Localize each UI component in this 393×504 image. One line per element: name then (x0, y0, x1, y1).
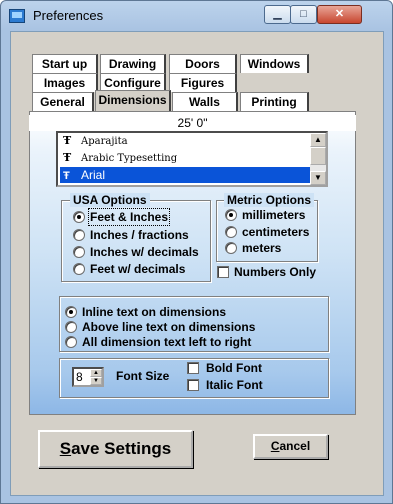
radio-feet-decimals[interactable] (73, 263, 85, 275)
tab-start-up[interactable]: Start up (32, 54, 98, 73)
font-size-label: Font Size (116, 369, 170, 383)
scroll-thumb[interactable] (310, 147, 326, 165)
font-list-item-selected[interactable]: Ŧ Arial (60, 167, 310, 183)
checkbox-bold-font[interactable] (187, 362, 199, 374)
scroll-down-icon[interactable]: ▼ (310, 171, 326, 185)
close-button[interactable]: ✕ (317, 5, 362, 24)
tab-walls[interactable]: Walls (172, 92, 238, 111)
radio-millimeters[interactable] (225, 209, 237, 221)
font-item-label: Aparajita (81, 136, 128, 147)
truetype-icon: Ŧ (63, 134, 72, 147)
truetype-icon: Ŧ (63, 170, 70, 182)
save-settings-button[interactable]: Save Settings (38, 430, 193, 468)
option-centimeters-label[interactable]: centimeters (242, 225, 309, 239)
window-title: Preferences (33, 8, 104, 23)
save-label: ave Settings (71, 439, 172, 458)
font-item-label: Arial (81, 168, 106, 182)
radio-above-line-text[interactable] (65, 321, 77, 333)
dimension-value-display: 25' 0" (29, 115, 356, 131)
option-feet-decimals-label[interactable]: Feet w/ decimals (90, 262, 185, 276)
checkbox-italic-font[interactable] (187, 379, 199, 391)
tab-general[interactable]: General (32, 92, 94, 111)
font-list-scrollbar[interactable]: ▲ ▼ (310, 133, 326, 185)
radio-inches-decimals[interactable] (73, 246, 85, 258)
usa-options-legend: USA Options (70, 193, 150, 207)
checkbox-numbers-only[interactable] (217, 266, 229, 278)
option-above-line-text-label[interactable]: Above line text on dimensions (82, 320, 255, 334)
italic-font-label[interactable]: Italic Font (206, 378, 263, 392)
tab-printing[interactable]: Printing (240, 92, 309, 111)
font-item-label: Arabic Typesetting (81, 153, 178, 164)
radio-inches-fractions[interactable] (73, 229, 85, 241)
spin-up-icon[interactable]: ▲ (90, 369, 102, 377)
tab-doors[interactable]: Doors (169, 54, 237, 73)
preferences-window: Preferences ▁ □ ✕ Start up Drawing Doors… (0, 0, 393, 504)
tab-images[interactable]: Images (32, 73, 98, 92)
spin-down-icon[interactable]: ▼ (90, 377, 102, 385)
font-listbox[interactable]: Ŧ Aparajita Ŧ Arabic Typesetting Ŧ Arial ▲ … (56, 131, 328, 187)
font-list-item[interactable]: Ŧ Arabic Typesetting (60, 150, 310, 166)
tab-figures[interactable]: Figures (169, 73, 237, 92)
option-meters-label[interactable]: meters (242, 241, 281, 255)
minimize-button[interactable]: ▁ (264, 5, 291, 24)
tab-drawing[interactable]: Drawing (100, 54, 166, 73)
option-feet-inches-label[interactable]: Feet & Inches (87, 208, 171, 226)
title-bar[interactable]: Preferences ▁ □ ✕ (1, 1, 392, 31)
maximize-button[interactable]: □ (290, 5, 317, 24)
option-left-to-right-label[interactable]: All dimension text left to right (82, 335, 251, 349)
metric-options-legend: Metric Options (224, 193, 315, 207)
truetype-icon: Ŧ (63, 151, 72, 164)
numbers-only-label[interactable]: Numbers Only (234, 265, 316, 279)
tab-dimensions[interactable]: Dimensions (95, 90, 171, 111)
tab-windows[interactable]: Windows (240, 54, 309, 73)
option-inches-decimals-label[interactable]: Inches w/ decimals (90, 245, 199, 259)
scroll-up-icon[interactable]: ▲ (310, 133, 326, 147)
bold-font-label[interactable]: Bold Font (206, 361, 262, 375)
font-size-value: 8 (76, 370, 83, 384)
option-inline-text-label[interactable]: Inline text on dimensions (82, 305, 226, 319)
option-millimeters-label[interactable]: millimeters (242, 208, 305, 222)
radio-left-to-right[interactable] (65, 336, 77, 348)
radio-centimeters[interactable] (225, 226, 237, 238)
font-size-spinner[interactable]: 8 ▲ ▼ (72, 367, 104, 387)
radio-feet-inches[interactable] (73, 211, 85, 223)
radio-meters[interactable] (225, 242, 237, 254)
cancel-label: ancel (279, 439, 311, 453)
save-accel: S (59, 439, 72, 458)
font-list-item[interactable]: Ŧ Aparajita (60, 133, 310, 149)
app-icon (9, 9, 25, 23)
cancel-button[interactable]: Cancel (253, 434, 328, 459)
option-inches-fractions-label[interactable]: Inches / fractions (90, 228, 189, 242)
radio-inline-text[interactable] (65, 306, 77, 318)
